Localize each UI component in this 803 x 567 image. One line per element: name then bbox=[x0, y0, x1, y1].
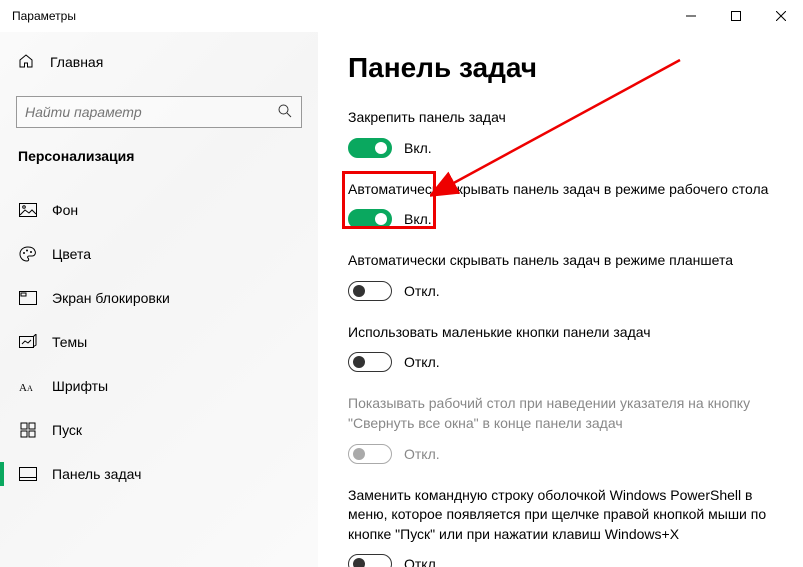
nav-label: Панель задач bbox=[52, 466, 141, 482]
setting-powershell: Заменить командную строку оболочкой Wind… bbox=[348, 486, 773, 567]
setting-label: Автоматически скрывать панель задач в ре… bbox=[348, 251, 773, 271]
minimize-button[interactable] bbox=[668, 0, 713, 32]
picture-icon bbox=[18, 203, 38, 217]
nav-label: Экран блокировки bbox=[52, 290, 170, 306]
nav-item-lockscreen[interactable]: Экран блокировки bbox=[0, 276, 318, 320]
titlebar: Параметры bbox=[0, 0, 803, 32]
toggle-autohide-tablet[interactable] bbox=[348, 281, 392, 301]
search-box[interactable] bbox=[16, 96, 302, 128]
setting-lock-taskbar: Закрепить панель задач Вкл. bbox=[348, 108, 773, 158]
setting-label: Заменить командную строку оболочкой Wind… bbox=[348, 486, 773, 545]
home-icon bbox=[18, 53, 34, 72]
toggle-state: Откл. bbox=[404, 446, 440, 462]
setting-label: Использовать маленькие кнопки панели зад… bbox=[348, 323, 773, 343]
home-label: Главная bbox=[50, 54, 103, 70]
toggle-autohide-desktop[interactable] bbox=[348, 209, 392, 229]
nav-item-fonts[interactable]: AA Шрифты bbox=[0, 364, 318, 408]
lockscreen-icon bbox=[18, 291, 38, 305]
setting-peek-desktop: Показывать рабочий стол при наведении ук… bbox=[348, 394, 773, 463]
toggle-powershell[interactable] bbox=[348, 554, 392, 567]
nav-item-background[interactable]: Фон bbox=[0, 188, 318, 232]
toggle-state: Откл. bbox=[404, 556, 440, 567]
home-nav[interactable]: Главная bbox=[0, 42, 318, 82]
nav-item-start[interactable]: Пуск bbox=[0, 408, 318, 452]
palette-icon bbox=[18, 246, 38, 262]
themes-icon bbox=[18, 334, 38, 350]
fonts-icon: AA bbox=[18, 379, 38, 393]
window-title: Параметры bbox=[12, 9, 76, 23]
section-title: Персонализация bbox=[0, 148, 318, 188]
nav-label: Фон bbox=[52, 202, 78, 218]
nav-item-taskbar[interactable]: Панель задач bbox=[0, 452, 318, 496]
setting-label: Показывать рабочий стол при наведении ук… bbox=[348, 394, 773, 433]
svg-text:A: A bbox=[19, 382, 27, 393]
toggle-peek-desktop bbox=[348, 444, 392, 464]
taskbar-icon bbox=[18, 467, 38, 481]
search-icon bbox=[277, 103, 293, 122]
toggle-state: Откл. bbox=[404, 283, 440, 299]
setting-autohide-tablet: Автоматически скрывать панель задач в ре… bbox=[348, 251, 773, 301]
svg-text:A: A bbox=[27, 384, 33, 393]
setting-label: Автоматически скрывать панель задач в ре… bbox=[348, 180, 773, 200]
nav-label: Цвета bbox=[52, 246, 91, 262]
page-title: Панель задач bbox=[348, 52, 773, 84]
nav-item-colors[interactable]: Цвета bbox=[0, 232, 318, 276]
toggle-state: Вкл. bbox=[404, 140, 432, 156]
search-input[interactable] bbox=[25, 104, 277, 120]
window-controls bbox=[668, 0, 803, 32]
nav-label: Пуск bbox=[52, 422, 82, 438]
nav-label: Темы bbox=[52, 334, 87, 350]
toggle-small-buttons[interactable] bbox=[348, 352, 392, 372]
setting-small-buttons: Использовать маленькие кнопки панели зад… bbox=[348, 323, 773, 373]
start-icon bbox=[18, 422, 38, 438]
content-pane: Панель задач Закрепить панель задач Вкл.… bbox=[318, 32, 803, 567]
toggle-state: Откл. bbox=[404, 354, 440, 370]
nav-label: Шрифты bbox=[52, 378, 108, 394]
maximize-button[interactable] bbox=[713, 0, 758, 32]
toggle-state: Вкл. bbox=[404, 211, 432, 227]
close-button[interactable] bbox=[758, 0, 803, 32]
setting-autohide-desktop: Автоматически скрывать панель задач в ре… bbox=[348, 180, 773, 230]
sidebar: Главная Персонализация Фон Цвета Экран б… bbox=[0, 32, 318, 567]
toggle-lock-taskbar[interactable] bbox=[348, 138, 392, 158]
setting-label: Закрепить панель задач bbox=[348, 108, 773, 128]
nav-item-themes[interactable]: Темы bbox=[0, 320, 318, 364]
